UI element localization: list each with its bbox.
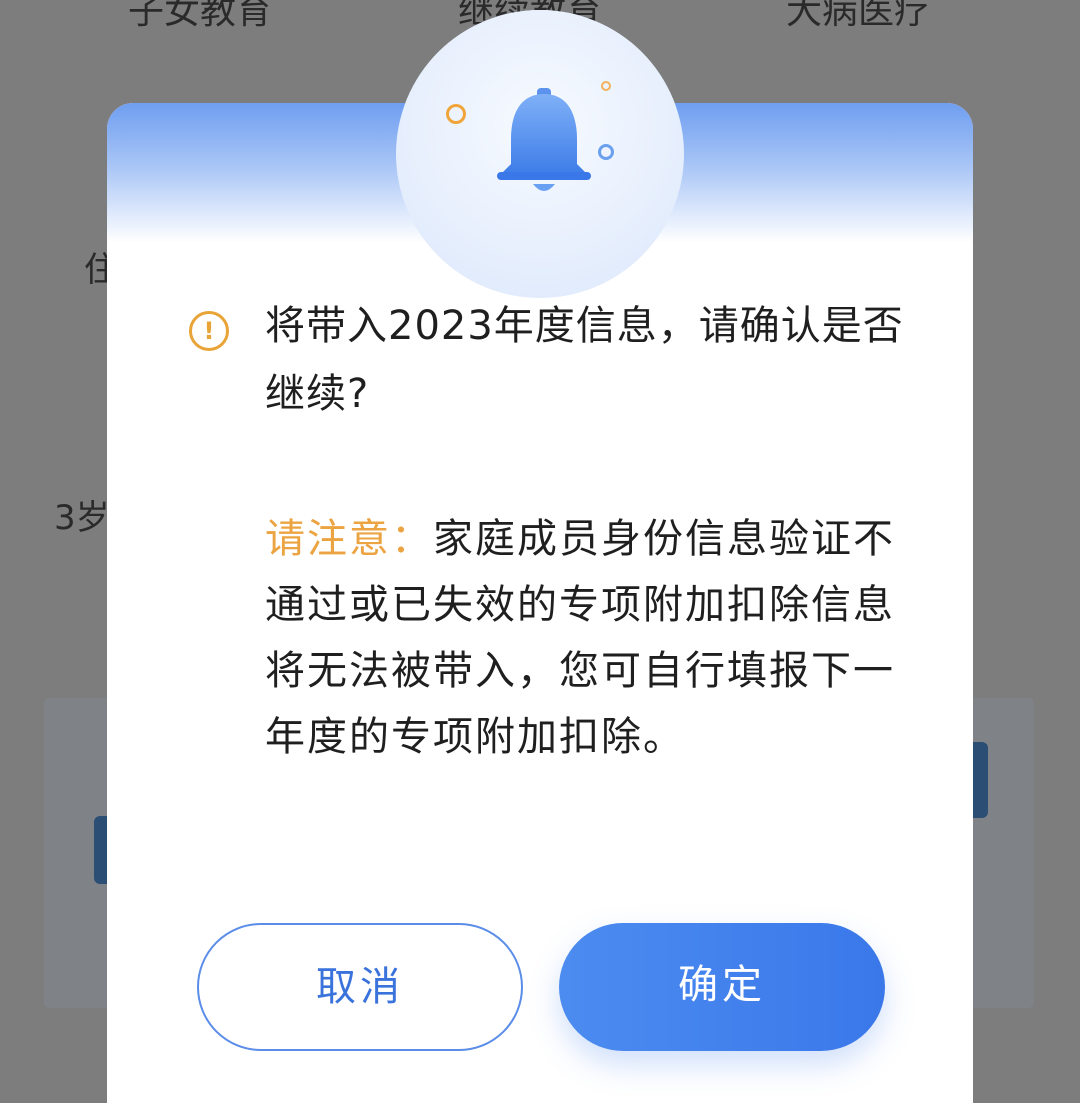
dialog-note: 请注意：家庭成员身份信息验证不通过或已失效的专项附加扣除信息将无法被带入，您可自… (265, 506, 905, 770)
confirm-button[interactable]: 确定 (559, 923, 885, 1051)
note-label: 请注意： (265, 516, 433, 562)
dialog-message: 将带入2023年度信息，请确认是否继续? (265, 303, 904, 417)
warning-circle-icon: ! (189, 311, 229, 351)
cancel-button[interactable]: 取消 (197, 923, 523, 1051)
